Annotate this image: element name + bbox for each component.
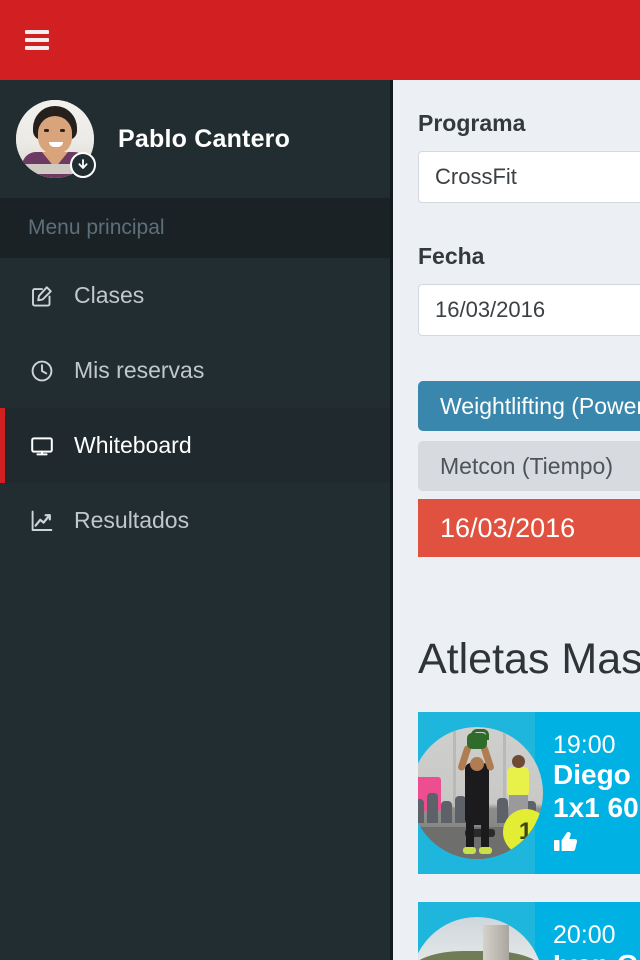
download-arrow-icon[interactable] — [70, 152, 96, 178]
edit-square-icon — [28, 282, 56, 310]
sidebar-item-mis-reservas[interactable]: Mis reservas — [0, 333, 390, 408]
user-panel[interactable]: Pablo Cantero — [0, 80, 390, 198]
athlete-name: Ivan Garcia — [553, 948, 640, 960]
athlete-time: 19:00 — [553, 731, 616, 759]
athlete-info: 20:00 Ivan Garcia 1x1 55 Kg — [535, 922, 640, 960]
main-content-panel: Programa Fecha Weightlifting (Power Clea… — [393, 80, 640, 960]
programa-input[interactable] — [418, 151, 640, 203]
sidebar-item-label: Whiteboard — [74, 432, 192, 458]
athlete-info: 19:00 Diego Lopez 1x1 60 Kg — [535, 732, 640, 854]
sidebar-item-label: Mis reservas — [74, 357, 205, 383]
tab-label: Metcon (Tiempo) — [440, 452, 613, 479]
tab-metcon[interactable]: Metcon (Tiempo) — [418, 441, 640, 491]
fecha-label: Fecha — [418, 243, 485, 269]
page-title: Atletas Masculino — [418, 635, 640, 683]
athlete-score: 1x1 60 Kg — [553, 792, 640, 824]
sidebar-item-whiteboard[interactable]: Whiteboard — [0, 408, 390, 483]
fecha-input[interactable] — [418, 284, 640, 336]
monitor-icon — [28, 432, 56, 460]
athlete-card[interactable]: 1 19:00 Diego Lopez 1x1 60 Kg — [418, 712, 640, 874]
athlete-photo-area: 1 — [418, 712, 543, 874]
top-header-bar — [0, 0, 640, 80]
hamburger-line-3 — [25, 46, 49, 50]
tab-label: Weightlifting (Power Clean) — [440, 392, 640, 419]
athlete-card[interactable]: 2 20:00 Ivan Garcia 1x1 55 Kg — [418, 902, 640, 960]
line-chart-icon — [28, 507, 56, 535]
clock-icon — [28, 357, 56, 385]
sidebar-item-label: Clases — [74, 282, 145, 308]
app-root: Pablo Cantero Menu principal Clases Mis … — [0, 0, 640, 960]
athlete-photo: 1 — [418, 727, 543, 859]
hamburger-line-2 — [25, 38, 49, 42]
date-banner: 16/03/2016 — [418, 499, 640, 557]
hamburger-line-1 — [25, 30, 49, 34]
user-name: Pablo Cantero — [118, 124, 291, 153]
tab-weightlifting[interactable]: Weightlifting (Power Clean) — [418, 381, 640, 431]
date-banner-label: 16/03/2016 — [440, 512, 576, 543]
sidebar-item-resultados[interactable]: Resultados — [0, 483, 390, 558]
hamburger-menu-icon[interactable] — [25, 30, 49, 50]
programa-label: Programa — [418, 110, 526, 136]
sidebar-menu: Clases Mis reservas Whiteboard Resultado… — [0, 258, 390, 558]
athlete-name: Diego Lopez — [553, 759, 640, 791]
sidebar-item-label: Resultados — [74, 507, 190, 533]
sidebar-item-clases[interactable]: Clases — [0, 258, 390, 333]
athlete-photo: 2 — [418, 917, 543, 960]
sidebar-section-label: Menu principal — [0, 198, 390, 258]
athlete-time: 20:00 — [553, 921, 616, 949]
sidebar: Pablo Cantero Menu principal Clases Mis … — [0, 80, 393, 960]
thumbs-up-icon[interactable] — [553, 830, 640, 854]
athlete-photo-area: 2 — [418, 902, 543, 960]
avatar[interactable] — [16, 100, 96, 178]
